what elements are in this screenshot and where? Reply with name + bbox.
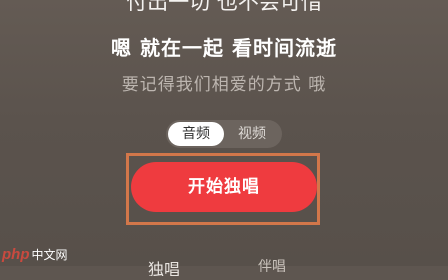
lyric-current-line: 嗯 就在一起 看时间流逝 (111, 36, 337, 60)
audio-video-toggle: 音频 视频 (166, 120, 282, 148)
start-solo-button[interactable]: 开始独唱 (131, 162, 317, 212)
bottom-solo-label[interactable]: 独唱 (148, 256, 180, 276)
watermark-logo: php (2, 245, 30, 263)
audio-tab[interactable]: 音频 (168, 122, 224, 146)
lyric-next-line: 要记得我们相爱的方式 哦 (121, 75, 327, 95)
watermark: php 中文网 (2, 243, 68, 265)
bottom-chorus-label[interactable]: 伴唱 (258, 256, 286, 272)
video-tab[interactable]: 视频 (224, 122, 280, 146)
lyric-previous-line: 付出一切 也不会可惜 (126, 0, 322, 14)
watermark-text: 中文网 (31, 247, 68, 262)
